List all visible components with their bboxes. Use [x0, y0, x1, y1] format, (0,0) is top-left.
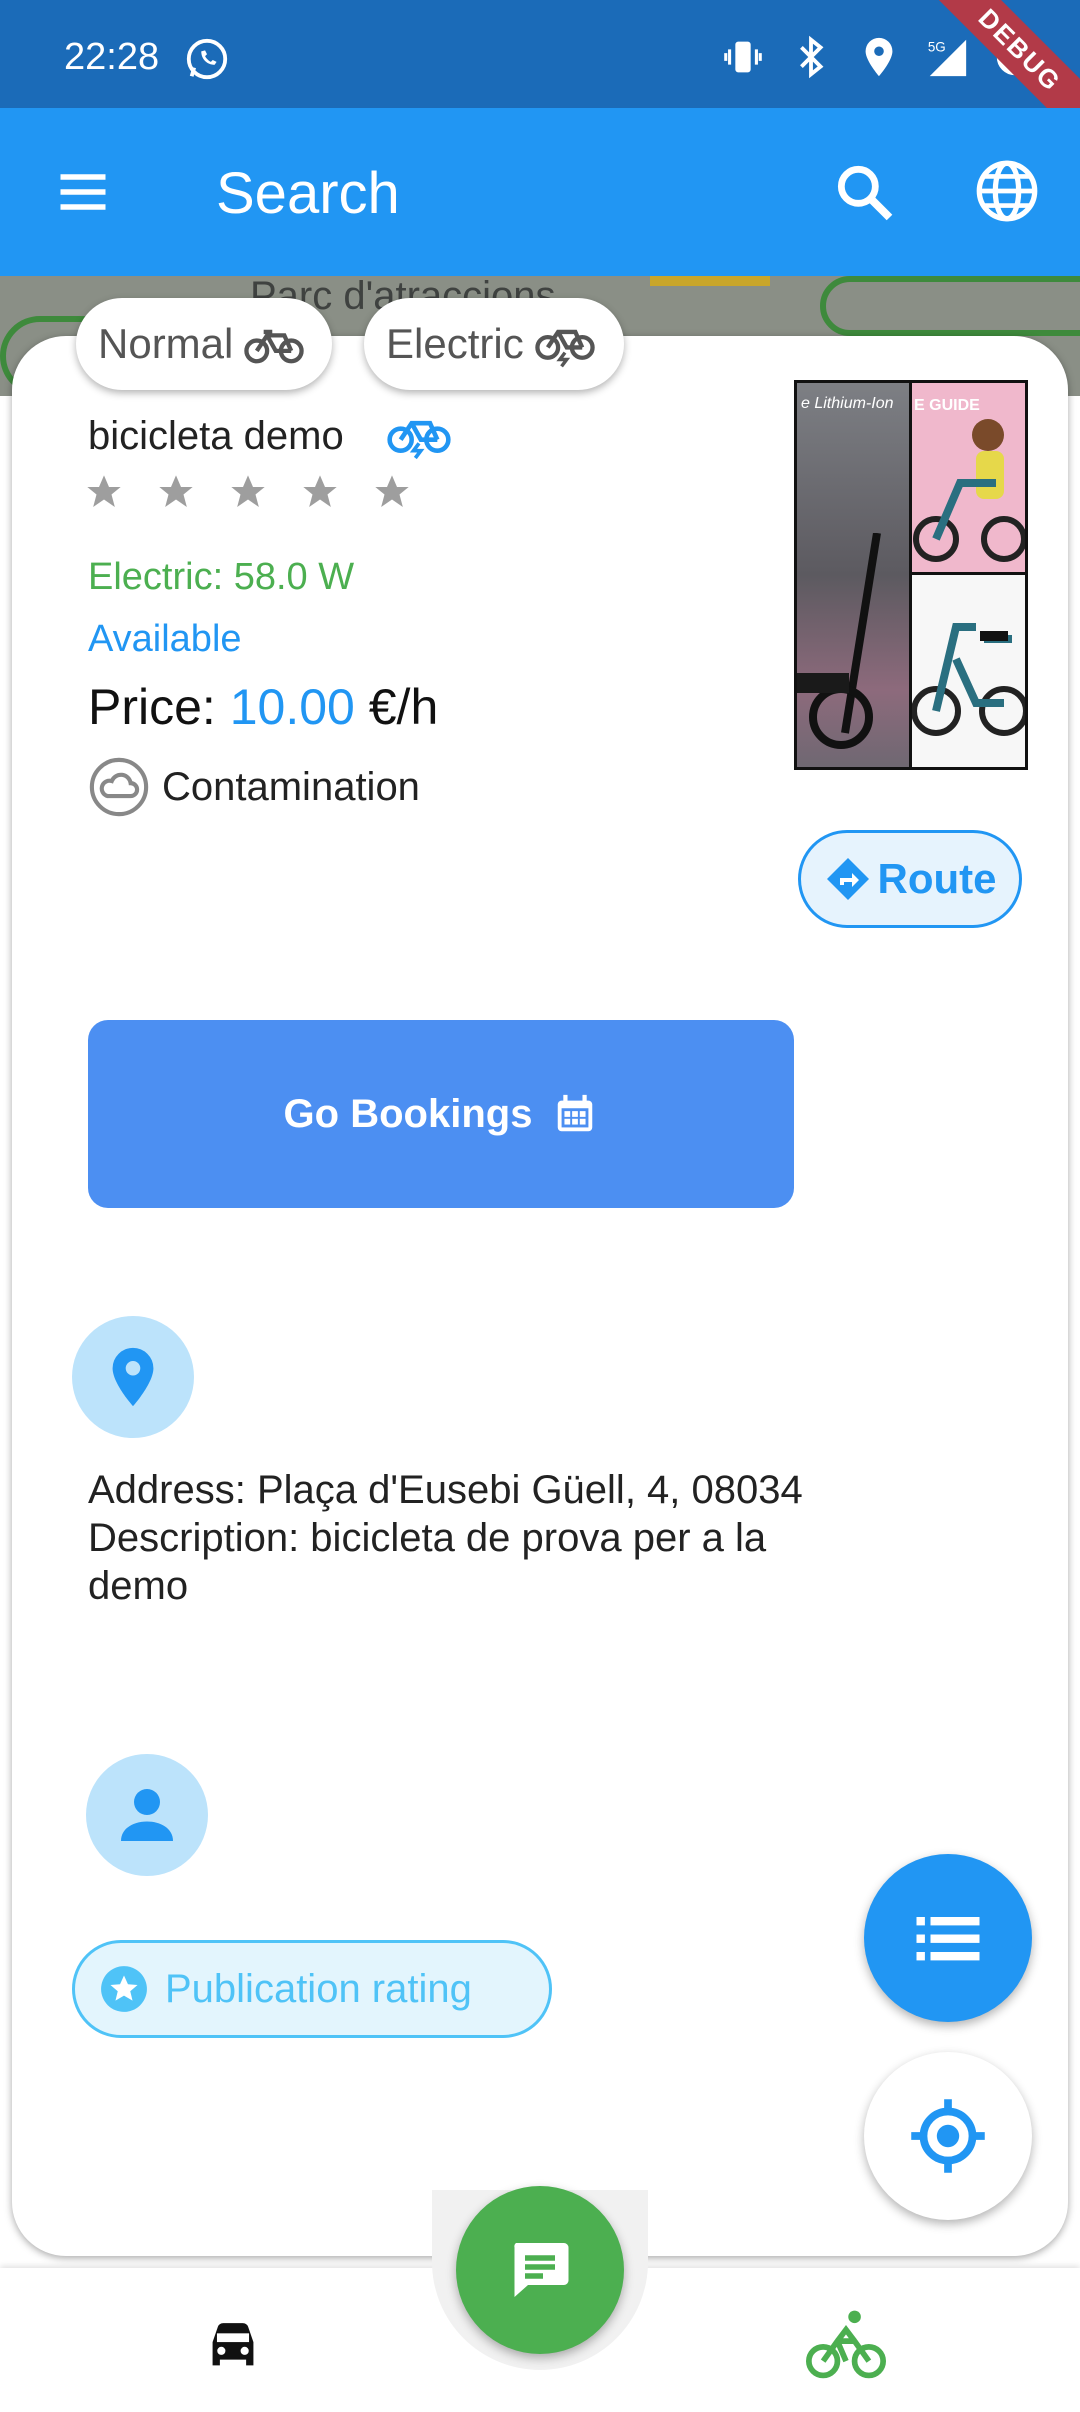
route-button[interactable]: Route [798, 830, 1022, 928]
globe-icon[interactable] [972, 156, 1042, 226]
price-value: 10.00 [229, 679, 355, 735]
photo-panel [912, 575, 1025, 767]
bike-details: Address: Plaça d'Eusebi Güell, 4, 08034 … [88, 1466, 808, 1610]
signal-5g-icon: 5G [928, 39, 967, 77]
location-avatar [72, 1316, 194, 1438]
filter-chip-label: Normal [98, 320, 234, 367]
publication-rating-label: Publication rating [165, 1966, 472, 2011]
go-bookings-label: Go Bookings [283, 1091, 533, 1136]
status-bar: 22:28 5G DEBUG [0, 0, 1080, 158]
star-icon[interactable] [156, 472, 196, 512]
map-pin-icon [112, 1347, 154, 1407]
electric-bicycle-icon [387, 420, 451, 460]
star-icon[interactable] [228, 472, 268, 512]
whatsapp-icon [186, 38, 228, 80]
bluetooth-icon [800, 35, 824, 79]
rider-image [913, 419, 1025, 562]
bike-name: bicicleta demo [88, 414, 344, 458]
filter-chip-label: Electric [386, 320, 524, 367]
cloud-icon [89, 757, 149, 817]
map-road [650, 276, 770, 286]
ebike-image [912, 623, 1025, 736]
electric-bicycle-icon [534, 329, 595, 368]
list-view-button[interactable] [864, 1854, 1032, 2022]
scooter-image [797, 533, 881, 749]
address-text: Address: Plaça d'Eusebi Güell, 4, 08034 [88, 1468, 803, 1512]
description-text: Description: bicicleta de prova per a la… [88, 1516, 767, 1608]
menu-icon[interactable] [50, 162, 116, 222]
filter-chip-normal[interactable]: Normal [76, 298, 332, 390]
search-icon[interactable] [830, 158, 898, 226]
list-icon [916, 1917, 980, 1961]
go-bookings-button[interactable]: Go Bookings [88, 1020, 794, 1208]
owner-avatar[interactable] [86, 1754, 208, 1876]
electric-power: Electric: 58.0 W [88, 556, 355, 598]
vibrate-icon [724, 41, 762, 73]
price: Price: 10.00 €/h [88, 678, 438, 736]
bike-photo[interactable]: e Lithium-Ion E GUIDE [794, 380, 1028, 770]
star-icon[interactable] [300, 472, 340, 512]
page-title: Search [216, 161, 400, 226]
contamination-label: Contamination [162, 764, 420, 809]
star-icon[interactable] [372, 472, 412, 512]
star-badge-icon [101, 1966, 147, 2012]
photo-panel: E GUIDE [912, 383, 1025, 575]
availability-status: Available [88, 618, 242, 660]
photo-caption: e Lithium-Ion [801, 395, 894, 412]
calendar-icon [558, 1094, 593, 1132]
my-location-button[interactable] [864, 2052, 1032, 2220]
chat-button[interactable] [456, 2186, 624, 2354]
route-label: Route [877, 855, 997, 902]
star-rating[interactable] [84, 472, 412, 512]
svg-text:5G: 5G [928, 39, 946, 54]
person-icon [121, 1789, 173, 1841]
bicycle-icon [244, 329, 305, 364]
contamination-row: Contamination [88, 756, 420, 818]
status-time: 22:28 [64, 36, 160, 78]
car-icon[interactable] [198, 2310, 268, 2380]
price-label: Price: [88, 679, 216, 735]
app-bar: Search [0, 108, 1080, 276]
map-road [820, 276, 1080, 336]
directions-icon [826, 858, 869, 900]
location-icon [865, 37, 893, 77]
chat-icon [514, 2243, 569, 2297]
publication-rating-button[interactable]: Publication rating [72, 1940, 552, 2038]
price-unit: €/h [368, 679, 439, 735]
photo-panel: e Lithium-Ion [797, 383, 909, 767]
filter-chip-electric[interactable]: Electric [364, 298, 624, 390]
crosshair-icon [911, 2099, 985, 2173]
bicycle-nav-icon[interactable] [806, 2306, 886, 2382]
star-icon[interactable] [84, 472, 124, 512]
